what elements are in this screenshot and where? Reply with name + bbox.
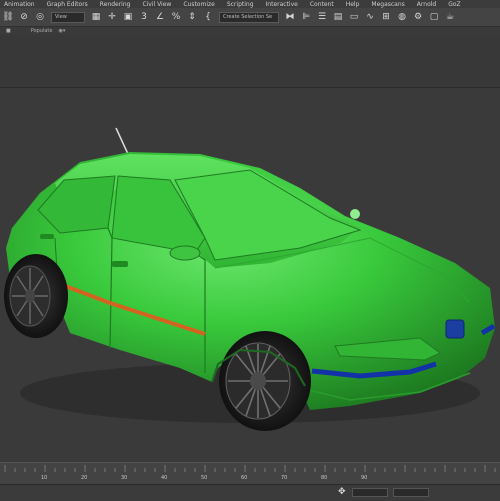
grille-badge xyxy=(445,319,465,339)
ribbon-tabs: ■ Populate ◉▾ xyxy=(0,27,500,35)
main-toolbar: ⛓ ⊘ ◎ View ▦ ✛ ▣ 3 ∠ % ⇕ { Create Select… xyxy=(0,8,500,27)
side-mirror xyxy=(169,245,201,261)
select-region-icon[interactable]: ▣ xyxy=(122,11,134,23)
menu-goz[interactable]: GoZ xyxy=(448,1,460,8)
menu-rendering[interactable]: Rendering xyxy=(100,1,131,8)
menu-arnold[interactable]: Arnold xyxy=(417,1,436,8)
menu-megascans[interactable]: Megascans xyxy=(371,1,404,8)
move-icon[interactable]: ✛ xyxy=(106,11,118,23)
status-bar: ✥ xyxy=(0,484,500,501)
percent-snap-icon[interactable]: % xyxy=(170,11,182,23)
curve-editor-icon[interactable]: ∿ xyxy=(364,11,376,23)
spinner-snap-icon[interactable]: ⇕ xyxy=(186,11,198,23)
link-icon[interactable]: ⛓ xyxy=(2,11,14,23)
roof-antenna-base xyxy=(350,209,360,219)
front-wheel xyxy=(219,331,311,431)
menu-customize[interactable]: Customize xyxy=(183,1,215,8)
menu-bar: Animation Graph Editors Rendering Civil … xyxy=(0,0,500,8)
named-selection-set-dropdown[interactable]: Create Selection Se xyxy=(219,11,279,23)
select-object-icon[interactable]: ▦ xyxy=(90,11,102,23)
transform-mode-icon[interactable]: ✥ xyxy=(338,487,346,497)
menu-civil-view[interactable]: Civil View xyxy=(142,1,171,8)
selection-filter-dropdown[interactable]: View xyxy=(51,11,85,23)
edit-named-selection-icon[interactable]: { xyxy=(202,11,214,23)
x-coordinate-field[interactable] xyxy=(352,488,388,497)
mirror-icon[interactable]: ⧓ xyxy=(284,11,296,23)
menu-graph-editors[interactable]: Graph Editors xyxy=(47,1,88,8)
menu-help[interactable]: Help xyxy=(346,1,360,8)
tab-populate[interactable]: Populate xyxy=(31,28,53,34)
ribbon-icon[interactable]: ■ xyxy=(6,28,11,34)
angle-snap-icon[interactable]: ∠ xyxy=(154,11,166,23)
align-icon[interactable]: ⊫ xyxy=(300,11,312,23)
ribbon-options-icon[interactable]: ◉▾ xyxy=(58,28,65,34)
render-setup-icon[interactable]: ⚙ xyxy=(412,11,424,23)
menu-content[interactable]: Content xyxy=(310,1,334,8)
perspective-viewport[interactable] xyxy=(0,88,500,462)
timeline[interactable]: 10 20 30 40 50 60 70 80 90 xyxy=(0,462,500,485)
timeline-tick-label: 10 xyxy=(41,475,48,481)
timeline-tick-label: 30 xyxy=(121,475,128,481)
ribbon-toggle-icon[interactable]: ▭ xyxy=(348,11,360,23)
menu-scripting[interactable]: Scripting xyxy=(227,1,254,8)
y-coordinate-field[interactable] xyxy=(393,488,429,497)
timeline-tick-label: 40 xyxy=(161,475,168,481)
timeline-labels: 10 20 30 40 50 60 70 80 90 xyxy=(0,475,500,483)
antenna xyxy=(115,127,129,155)
schematic-view-icon[interactable]: ⊞ xyxy=(380,11,392,23)
menu-interactive[interactable]: Interactive xyxy=(266,1,298,8)
car-model xyxy=(4,127,496,431)
timeline-tick-label: 60 xyxy=(241,475,248,481)
render-production-icon[interactable]: ☕ xyxy=(444,11,456,23)
timeline-tick-label: 80 xyxy=(321,475,328,481)
bind-spacewarp-icon[interactable]: ◎ xyxy=(34,11,46,23)
rendered-frame-window-icon[interactable]: ▢ xyxy=(428,11,440,23)
layer-explorer-icon[interactable]: ▤ xyxy=(332,11,344,23)
timeline-tick-label: 20 xyxy=(81,475,88,481)
ribbon-panel xyxy=(0,35,500,88)
menu-animation[interactable]: Animation xyxy=(4,1,35,8)
timeline-ticks xyxy=(4,465,496,472)
snap-toggle-icon[interactable]: 3 xyxy=(138,11,150,23)
unlink-icon[interactable]: ⊘ xyxy=(18,11,30,23)
timeline-tick-label: 50 xyxy=(201,475,208,481)
toggle-scene-explorer-icon[interactable]: ☰ xyxy=(316,11,328,23)
material-editor-icon[interactable]: ◍ xyxy=(396,11,408,23)
rear-wheel xyxy=(4,254,68,338)
timeline-tick-label: 70 xyxy=(281,475,288,481)
timeline-tick-label: 90 xyxy=(361,475,368,481)
